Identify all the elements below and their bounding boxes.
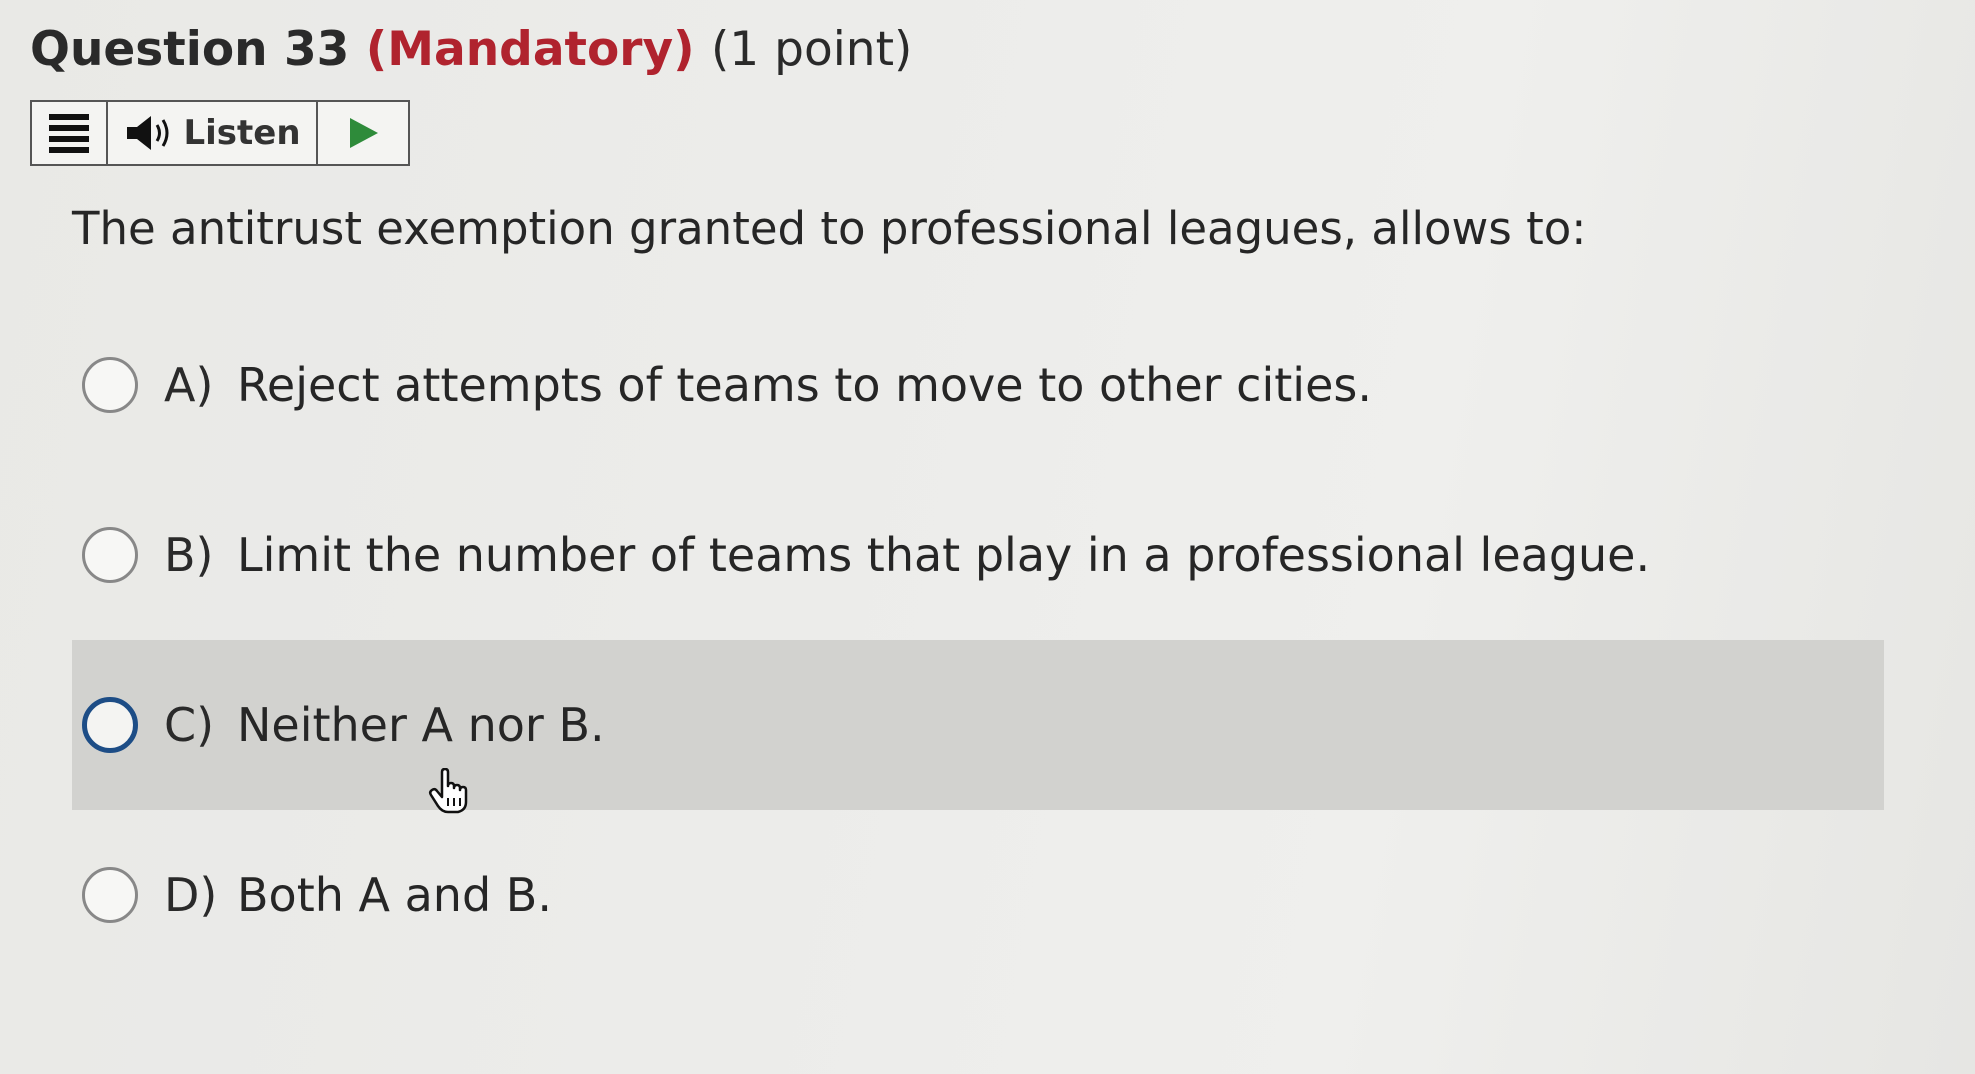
speaker-icon [127, 116, 169, 150]
hamburger-menu-icon [49, 113, 89, 153]
quiz-page: Question 33 (Mandatory) (1 point) Listen… [0, 0, 1975, 1074]
option-a[interactable]: A) Reject attempts of teams to move to o… [72, 300, 1884, 470]
play-icon [350, 118, 378, 148]
option-letter: D) [164, 868, 218, 922]
option-text: Reject attempts of teams to move to othe… [237, 358, 1372, 412]
points-label: (1 point) [710, 22, 913, 77]
radio-button[interactable] [82, 697, 138, 753]
option-text: Neither A nor B. [237, 698, 605, 752]
option-b[interactable]: B) Limit the number of teams that play i… [72, 470, 1884, 640]
option-letter: B) [164, 528, 214, 582]
option-c[interactable]: C) Neither A nor B. [72, 640, 1884, 810]
radio-button[interactable] [82, 867, 138, 923]
question-title: Question 33 [30, 22, 350, 77]
toolbar-menu-button[interactable] [32, 102, 108, 164]
option-text: Both A and B. [237, 868, 552, 922]
option-letter: A) [164, 358, 214, 412]
option-letter: C) [164, 698, 215, 752]
listen-button[interactable]: Listen [108, 102, 318, 164]
listen-label: Listen [183, 113, 301, 153]
question-header: Question 33 (Mandatory) (1 point) [30, 22, 912, 77]
radio-button[interactable] [82, 527, 138, 583]
radio-button[interactable] [82, 357, 138, 413]
read-aloud-toolbar: Listen [30, 100, 410, 166]
mandatory-label: (Mandatory) [365, 22, 695, 77]
option-d[interactable]: D) Both A and B. [72, 810, 1884, 980]
question-prompt: The antitrust exemption granted to profe… [72, 202, 1587, 255]
play-button[interactable] [318, 102, 408, 164]
option-text: Limit the number of teams that play in a… [237, 528, 1651, 582]
hand-pointer-cursor-icon [428, 768, 468, 814]
